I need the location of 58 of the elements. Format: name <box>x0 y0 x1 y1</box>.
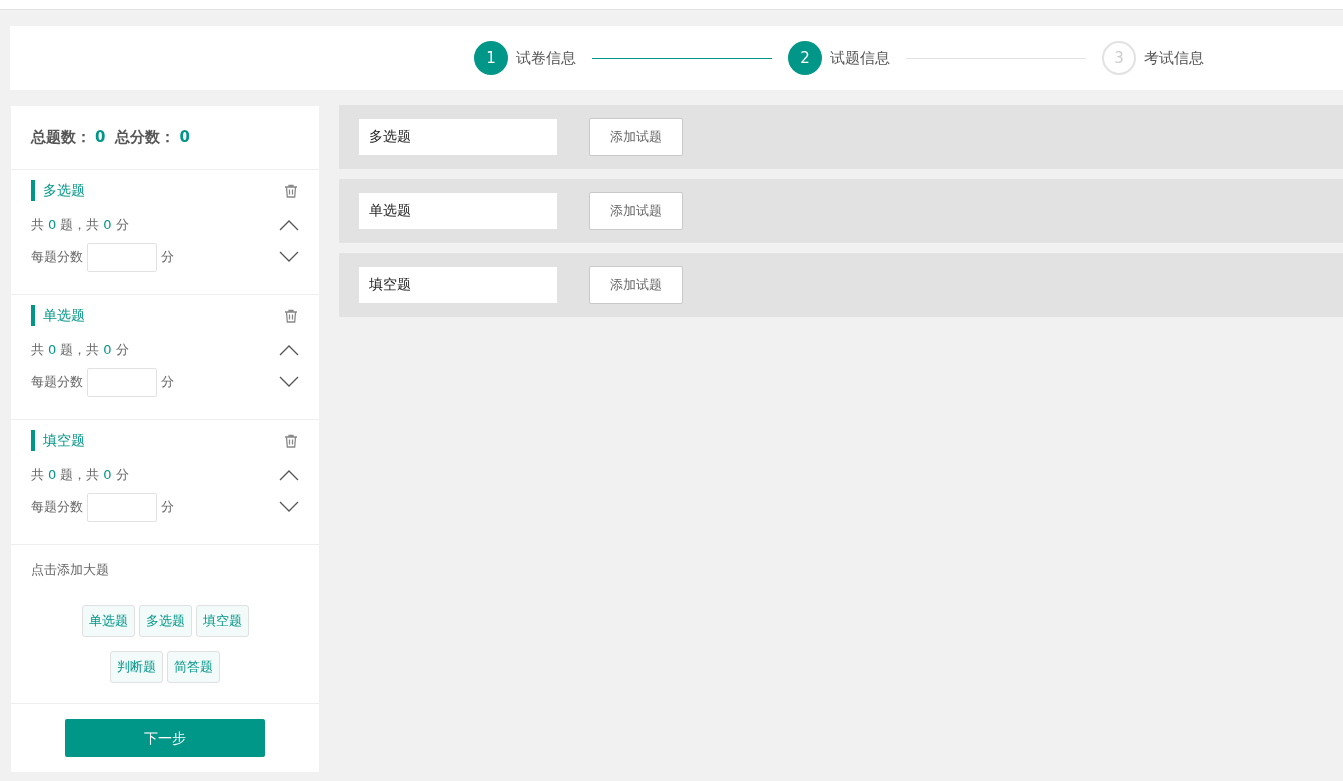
per-score-label: 每题分数 <box>31 373 83 392</box>
add-type-button[interactable]: 多选题 <box>138 605 192 637</box>
count-text: 共 <box>31 341 44 359</box>
count-text: 题，共 <box>60 216 100 234</box>
add-type-button[interactable]: 简答题 <box>167 651 220 683</box>
total-questions-label: 总题数： <box>31 127 91 149</box>
trash-icon[interactable] <box>283 182 299 199</box>
chevron-down-icon[interactable] <box>279 251 299 263</box>
chevron-up-icon[interactable] <box>279 343 299 356</box>
section-title: 填空题 <box>31 430 85 451</box>
add-type-button[interactable]: 填空题 <box>195 605 249 637</box>
group-name-field[interactable]: 填空题 <box>359 267 557 303</box>
trash-icon[interactable] <box>283 307 299 324</box>
chevron-up-icon[interactable] <box>279 468 299 481</box>
count-text: 题，共 <box>60 466 100 484</box>
add-question-button[interactable]: 添加试题 <box>589 118 683 156</box>
trash-icon[interactable] <box>283 432 299 449</box>
total-score-value: 0 <box>179 127 190 149</box>
section-title: 单选题 <box>31 305 85 326</box>
per-score-unit: 分 <box>161 248 174 267</box>
group-name-field[interactable]: 单选题 <box>359 193 557 229</box>
add-type-button[interactable]: 单选题 <box>81 605 135 637</box>
step-label: 试题信息 <box>830 47 890 69</box>
count-text: 分 <box>115 216 129 234</box>
score-value: 0 <box>103 341 112 359</box>
step-number: 2 <box>788 41 822 75</box>
score-input[interactable] <box>87 367 157 397</box>
count-text: 分 <box>115 341 129 359</box>
score-input[interactable] <box>87 492 157 522</box>
group-name-field[interactable]: 多选题 <box>359 119 557 155</box>
next-button[interactable]: 下一步 <box>65 719 265 757</box>
per-score-unit: 分 <box>161 498 174 517</box>
score-input[interactable] <box>87 242 157 272</box>
score-value: 0 <box>103 216 112 234</box>
add-type-button[interactable]: 判断题 <box>110 651 163 683</box>
chevron-down-icon[interactable] <box>279 376 299 388</box>
per-score-unit: 分 <box>161 373 174 392</box>
step-label: 考试信息 <box>1144 47 1204 69</box>
count-value: 0 <box>48 341 57 359</box>
step-label: 试卷信息 <box>516 47 576 69</box>
chevron-down-icon[interactable] <box>279 501 299 513</box>
count-value: 0 <box>48 216 57 234</box>
chevron-up-icon[interactable] <box>279 218 299 231</box>
add-question-button[interactable]: 添加试题 <box>589 266 683 304</box>
count-text: 题，共 <box>60 341 100 359</box>
total-questions-value: 0 <box>95 127 106 149</box>
add-question-button[interactable]: 添加试题 <box>589 192 683 230</box>
total-score-label: 总分数： <box>115 127 176 149</box>
count-value: 0 <box>48 466 57 484</box>
per-score-label: 每题分数 <box>31 498 83 517</box>
count-text: 共 <box>31 466 44 484</box>
per-score-label: 每题分数 <box>31 248 83 267</box>
score-value: 0 <box>103 466 112 484</box>
add-section-hint: 点击添加大题 <box>31 562 109 577</box>
count-text: 分 <box>115 466 129 484</box>
section-title: 多选题 <box>31 180 85 201</box>
count-text: 共 <box>31 216 44 234</box>
step-number: 1 <box>474 41 508 75</box>
